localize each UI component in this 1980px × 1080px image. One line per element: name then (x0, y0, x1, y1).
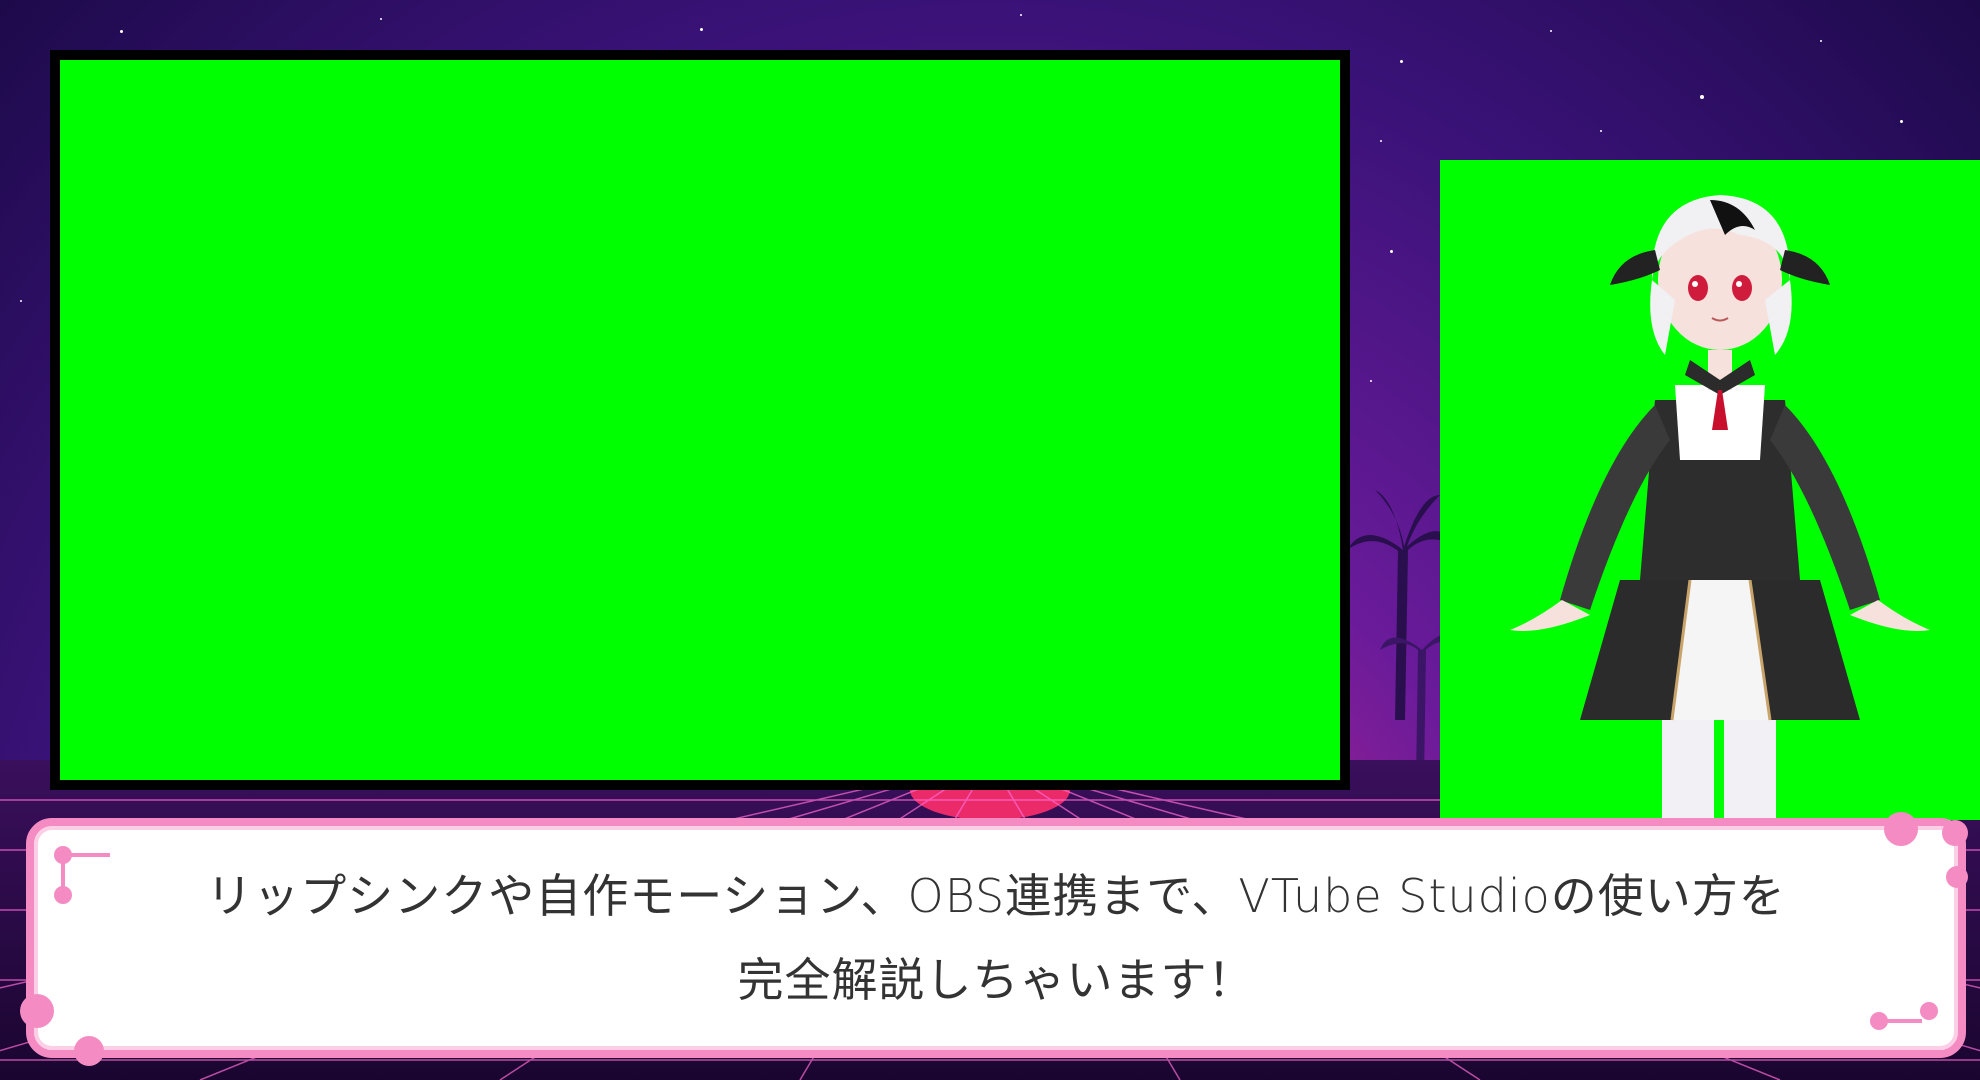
star (1900, 120, 1903, 123)
circuit-line (61, 862, 65, 888)
circuit-node-icon (1942, 820, 1968, 846)
main-screen-chroma (60, 60, 1340, 780)
star (1600, 130, 1602, 132)
circuit-node-icon (20, 994, 54, 1028)
vtuber-avatar-icon (1510, 195, 1930, 820)
circuit-node-icon (1946, 866, 1968, 888)
star (120, 30, 123, 33)
star (1550, 30, 1552, 32)
star (1400, 60, 1403, 63)
circuit-node-icon (1884, 812, 1918, 846)
star (1390, 250, 1393, 253)
caption-box: リップシンクや自作モーション、OBS連携まで、VTube Studioの使い方を… (20, 812, 1968, 1066)
star (700, 28, 703, 31)
stream-scene: リップシンクや自作モーション、OBS連携まで、VTube Studioの使い方を… (0, 0, 1980, 1080)
star (1380, 140, 1382, 142)
star (1820, 40, 1822, 42)
caption-text: リップシンクや自作モーション、OBS連携まで、VTube Studioの使い方を… (206, 869, 1786, 1007)
circuit-line (1882, 1019, 1922, 1023)
star (20, 300, 22, 302)
circuit-line (70, 853, 110, 857)
avatar-panel (1440, 160, 1980, 820)
circuit-node-icon (74, 1036, 104, 1066)
star (1700, 95, 1704, 99)
star (1020, 14, 1022, 16)
circuit-node-icon (1920, 1002, 1938, 1020)
circuit-node-icon (54, 886, 72, 904)
star (1370, 380, 1372, 382)
star (380, 18, 382, 20)
main-screen-frame (50, 50, 1350, 790)
